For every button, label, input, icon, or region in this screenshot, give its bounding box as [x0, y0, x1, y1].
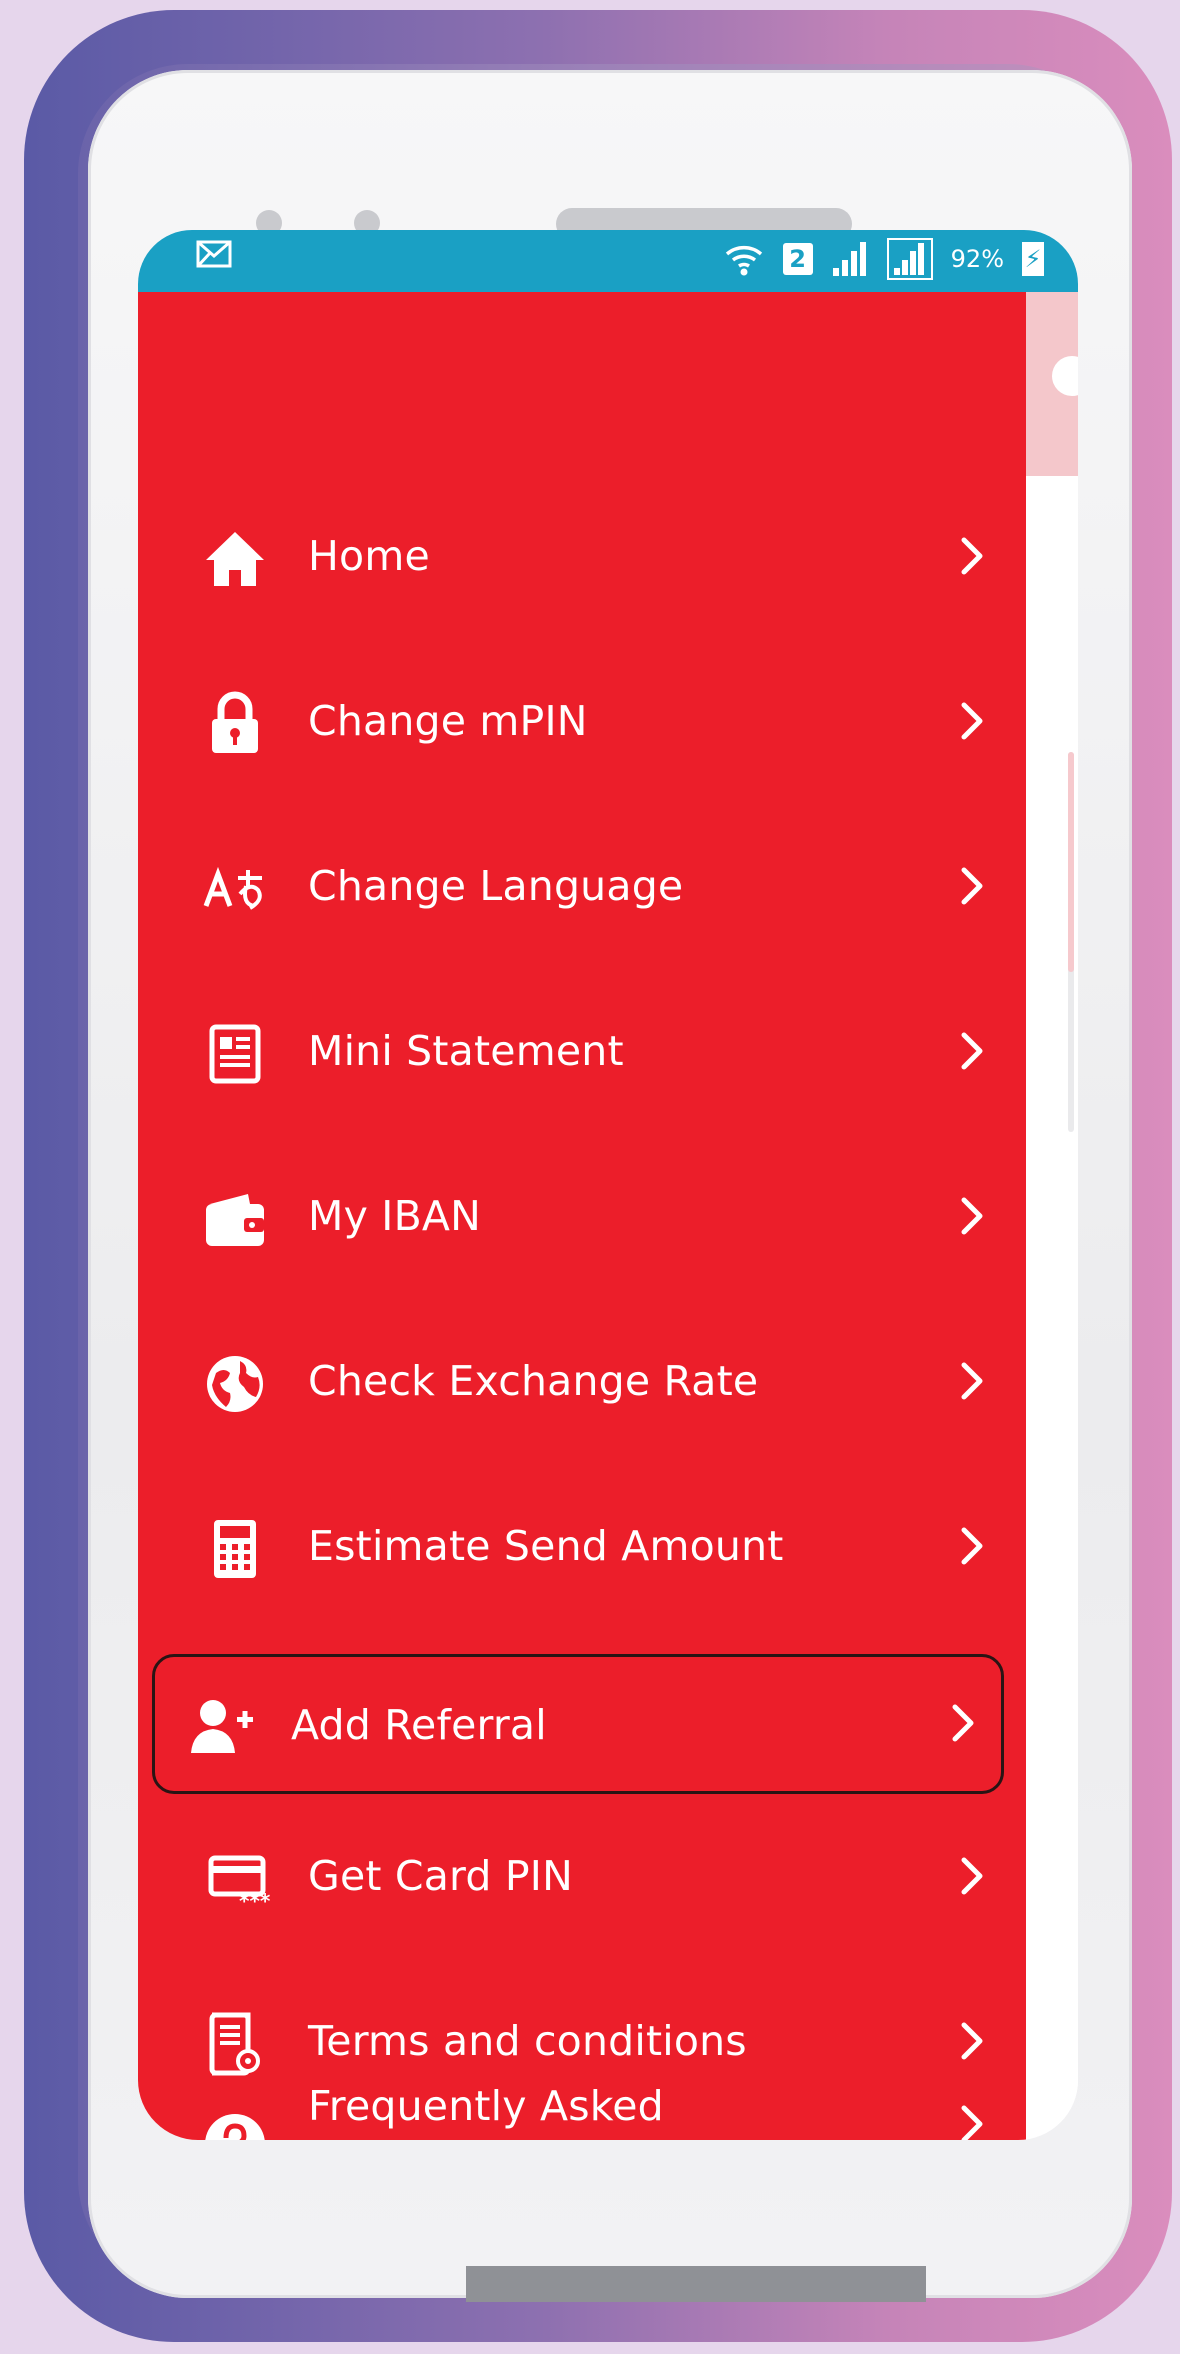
status-bar: 2 92% ⚡: [138, 230, 1078, 292]
sim-indicator: 2: [782, 243, 813, 275]
menu-item-change-mpin[interactable]: Change mPIN: [152, 669, 1012, 779]
navigation-drawer: Home Change mPIN Change Language Mini St…: [138, 292, 1026, 2140]
menu-item-label: Estimate Send Amount: [308, 1522, 784, 1570]
mail-icon: [196, 240, 232, 268]
chevron-right-icon: [952, 1704, 974, 1742]
menu-item-label: Change Language: [308, 862, 684, 910]
menu-item-my-iban[interactable]: My IBAN: [152, 1164, 1012, 1274]
lock-icon: [212, 691, 258, 753]
chevron-right-icon: [961, 702, 983, 740]
chevron-right-icon: [961, 1032, 983, 1070]
wallet-icon: [206, 1194, 264, 1246]
certificate-document-icon: [209, 2012, 260, 2076]
faq-icon: [205, 2114, 265, 2140]
calculator-icon: [214, 1520, 256, 1578]
menu-item-change-language[interactable]: Change Language: [152, 834, 1012, 944]
home-button-bar[interactable]: [466, 2266, 926, 2302]
chevron-right-icon: [961, 1857, 983, 1895]
signal-icon: [886, 238, 933, 280]
home-icon: [206, 532, 264, 586]
scroll-thumb[interactable]: [1068, 752, 1074, 972]
translate-icon: [203, 866, 262, 910]
chevron-right-icon: [961, 1197, 983, 1235]
statement-icon: [209, 1024, 261, 1084]
menu-item-label: Check Exchange Rate: [308, 1357, 759, 1405]
menu-item-add-referral[interactable]: Add Referral: [152, 1654, 1004, 1794]
globe-icon: [207, 1356, 263, 1412]
menu-item-label: Mini Statement: [308, 1027, 624, 1075]
chevron-right-icon: [961, 867, 983, 905]
menu-item-label: Add Referral: [291, 1701, 547, 1749]
card-pin-icon: ***: [208, 1855, 271, 1912]
menu-item-label: Change mPIN: [308, 697, 588, 745]
battery-percent: 92%: [950, 245, 1004, 273]
phone-screen: 2 92% ⚡ Home Change mPIN Change Language…: [138, 230, 1078, 2140]
menu-item-mini-statement[interactable]: Mini Statement: [152, 999, 1012, 1109]
battery-charging-icon: ⚡: [1022, 242, 1044, 276]
menu-item-label: Terms and conditions: [308, 2017, 747, 2065]
chevron-right-icon: [961, 2022, 983, 2060]
wifi-icon: [725, 246, 762, 276]
menu-item-home[interactable]: Home: [152, 504, 1012, 614]
menu-item-label: Home: [308, 532, 430, 580]
chevron-right-icon: [961, 2105, 983, 2140]
menu-item-estimate-send-amount[interactable]: Estimate Send Amount: [152, 1494, 1012, 1604]
menu-item-label: Frequently Asked: [308, 2082, 664, 2130]
chevron-right-icon: [961, 1362, 983, 1400]
menu-item-get-card-pin[interactable]: *** Get Card PIN: [152, 1824, 1012, 1934]
add-user-icon: [191, 1700, 253, 1753]
menu-item-label: Get Card PIN: [308, 1852, 573, 1900]
menu-item-check-exchange-rate[interactable]: Check Exchange Rate: [152, 1329, 1012, 1439]
underlying-page-edge[interactable]: [1026, 292, 1078, 2140]
chevron-right-icon: [961, 1527, 983, 1565]
menu-item-frequently-asked[interactable]: Frequently Asked: [152, 2076, 1012, 2140]
menu-item-label: My IBAN: [308, 1192, 482, 1240]
signal-icon: [832, 242, 866, 276]
chevron-right-icon: [961, 537, 983, 575]
svg-text:***: ***: [239, 1889, 271, 1912]
